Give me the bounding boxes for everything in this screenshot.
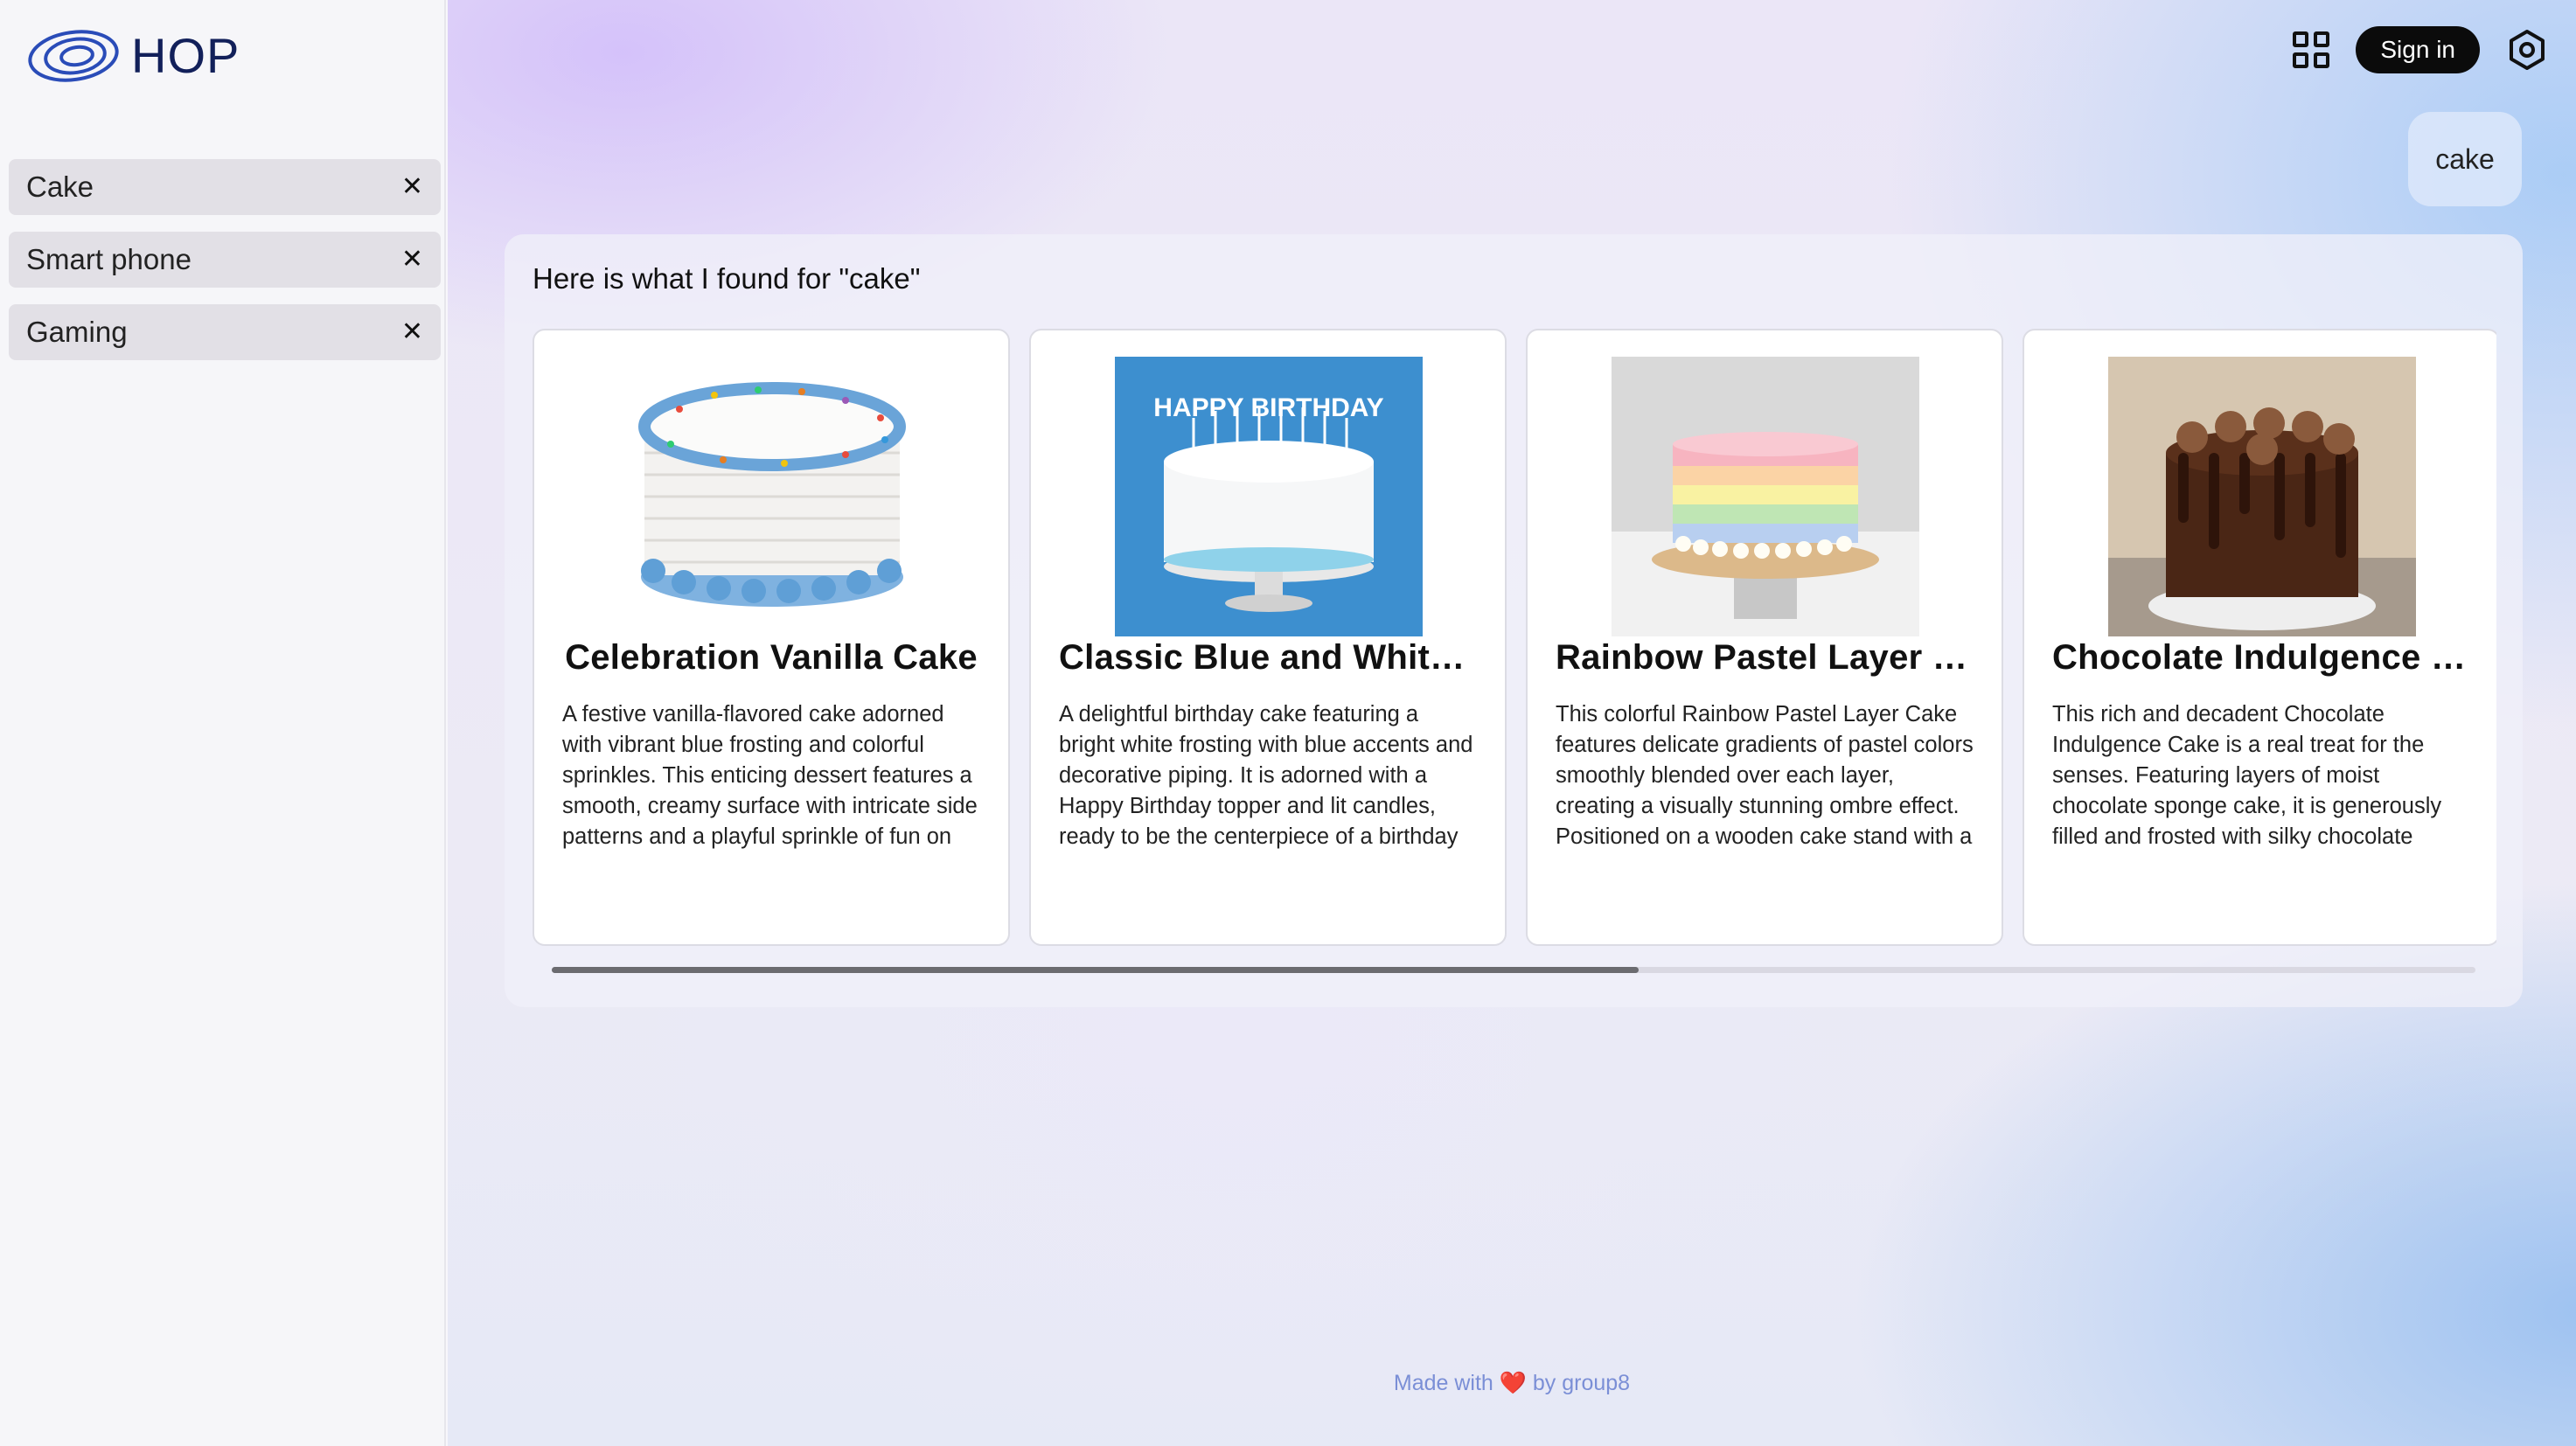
product-image-vanilla-cake — [618, 357, 926, 636]
product-title[interactable]: Celebration Vanilla Cake — [562, 638, 980, 678]
product-description: This colorful Rainbow Pastel Layer Cake … — [1556, 702, 1974, 849]
cake-topper-text: HAPPY BIRTHDAY — [1153, 393, 1383, 422]
product-card[interactable]: Chocolate Indulgence C… This rich and de… — [2023, 329, 2496, 946]
product-card[interactable]: Celebration Vanilla Cake A festive vanil… — [533, 329, 1010, 946]
product-image-rainbow-cake — [1612, 357, 1919, 636]
sidebar: HOP Cake ✕ Smart phone ✕ Gaming ✕ — [0, 0, 446, 1446]
product-image-chocolate-cake — [2108, 357, 2416, 636]
hop-logo-icon — [28, 30, 119, 82]
product-description: This rich and decadent Chocolate Indulge… — [2052, 702, 2442, 849]
logo[interactable]: HOP — [24, 24, 240, 86]
product-image-birthday-cake: HAPPY BIRTHDAY — [1115, 357, 1423, 636]
response-heading: Here is what I found for "cake" — [533, 262, 921, 295]
top-bar: Sign in — [2293, 24, 2548, 75]
history-item-label: Cake — [26, 170, 94, 203]
history-item-cake[interactable]: Cake ✕ — [9, 159, 441, 215]
close-icon[interactable]: ✕ — [401, 174, 423, 200]
main-content: Sign in cake Here is what I found for "c… — [448, 0, 2576, 1446]
carousel-scrollbar-thumb[interactable] — [552, 967, 1639, 973]
product-title[interactable]: Classic Blue and White … — [1059, 638, 1477, 678]
heart-icon: ❤️ — [1499, 1371, 1527, 1395]
product-title[interactable]: Chocolate Indulgence C… — [2052, 638, 2470, 678]
history-item-label: Smart phone — [26, 243, 191, 275]
sign-in-button[interactable]: Sign in — [2356, 26, 2480, 73]
product-cards-row: Celebration Vanilla Cake A festive vanil… — [533, 329, 2496, 946]
product-card[interactable]: HAPPY BIRTHDAY Classic Blue and White … … — [1029, 329, 1507, 946]
product-carousel[interactable]: Celebration Vanilla Cake A festive vanil… — [533, 329, 2496, 949]
product-title[interactable]: Rainbow Pastel Layer C… — [1556, 638, 1974, 678]
carousel-scrollbar[interactable] — [552, 967, 2475, 973]
settings-icon[interactable] — [2506, 29, 2548, 71]
close-icon[interactable]: ✕ — [401, 247, 423, 273]
close-icon[interactable]: ✕ — [401, 319, 423, 345]
search-history-list: Cake ✕ Smart phone ✕ Gaming ✕ — [9, 159, 441, 377]
history-item-gaming[interactable]: Gaming ✕ — [9, 304, 441, 360]
footer: Made with ❤️ by group8 — [448, 1371, 2576, 1396]
footer-credit: by group8 — [1532, 1371, 1631, 1395]
app-name: HOP — [131, 27, 240, 83]
history-item-label: Gaming — [26, 316, 128, 348]
footer-made-with: Made with — [1393, 1371, 1493, 1395]
product-description: A delightful birthday cake featuring a b… — [1059, 702, 1473, 849]
grid-icon[interactable] — [2293, 31, 2330, 68]
history-item-smart-phone[interactable]: Smart phone ✕ — [9, 232, 441, 288]
assistant-response-panel: Here is what I found for "cake" Celebrat… — [505, 234, 2523, 1007]
product-card[interactable]: Rainbow Pastel Layer C… This colorful Ra… — [1526, 329, 2003, 946]
user-message: cake — [2408, 112, 2522, 206]
product-description: A festive vanilla-flavored cake adorned … — [562, 702, 978, 849]
